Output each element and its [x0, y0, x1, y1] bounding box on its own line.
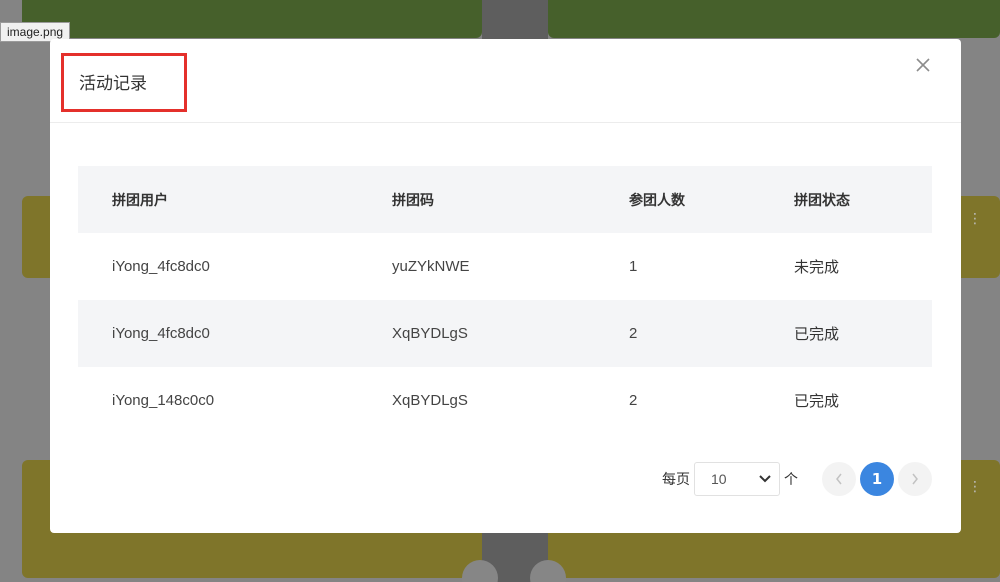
column-header-members: 参团人数 [629, 192, 685, 209]
chevron-down-icon [759, 472, 771, 486]
pagination: 每页 10 个 1 [662, 462, 932, 496]
activity-record-dialog: 活动记录 拼团用户 拼团码 参团人数 拼团状态 iYong_4fc8dc0 yu… [50, 39, 961, 533]
cell-members: 2 [629, 392, 638, 409]
group-buy-table: 拼团用户 拼团码 参团人数 拼团状态 iYong_4fc8dc0 yuZYkNW… [78, 166, 932, 434]
cell-status: 已完成 [794, 392, 840, 410]
more-vertical-icon: ⋮ [968, 212, 982, 226]
table-header-row: 拼团用户 拼团码 参团人数 拼团状态 [78, 166, 932, 233]
next-page-button[interactable] [898, 462, 932, 496]
close-icon[interactable] [913, 57, 933, 77]
page-button-1[interactable]: 1 [860, 462, 894, 496]
cell-members: 2 [629, 325, 638, 342]
column-header-user: 拼团用户 [112, 192, 168, 209]
column-header-status: 拼团状态 [794, 192, 850, 209]
cell-code: yuZYkNWE [392, 258, 470, 275]
more-vertical-icon: ⋮ [968, 480, 982, 494]
table-row: iYong_4fc8dc0 yuZYkNWE 1 未完成 [78, 233, 932, 300]
close-icon-graphic [916, 58, 930, 72]
table-row: iYong_148c0c0 XqBYDLgS 2 已完成 [78, 367, 932, 434]
chevron-left-icon [836, 473, 842, 485]
cell-user: iYong_4fc8dc0 [112, 258, 210, 275]
cell-user: iYong_4fc8dc0 [112, 325, 210, 342]
table-row: iYong_4fc8dc0 XqBYDLgS 2 已完成 [78, 300, 932, 367]
cell-user: iYong_148c0c0 [112, 392, 215, 409]
cell-status: 未完成 [794, 258, 840, 276]
page-size-value: 10 [711, 471, 727, 487]
cell-code: XqBYDLgS [392, 392, 468, 409]
prev-page-button[interactable] [822, 462, 856, 496]
cell-members: 1 [629, 258, 638, 275]
column-header-code: 拼团码 [392, 192, 434, 209]
chevron-right-icon [912, 473, 918, 485]
page-size-unit-label: 个 [784, 472, 798, 488]
page-size-select[interactable]: 10 [694, 462, 780, 496]
dialog-header: 活动记录 [50, 39, 961, 123]
per-page-label: 每页 [662, 472, 690, 488]
cell-status: 已完成 [794, 325, 840, 343]
cell-code: XqBYDLgS [392, 325, 468, 342]
title-highlight-box [61, 53, 187, 112]
